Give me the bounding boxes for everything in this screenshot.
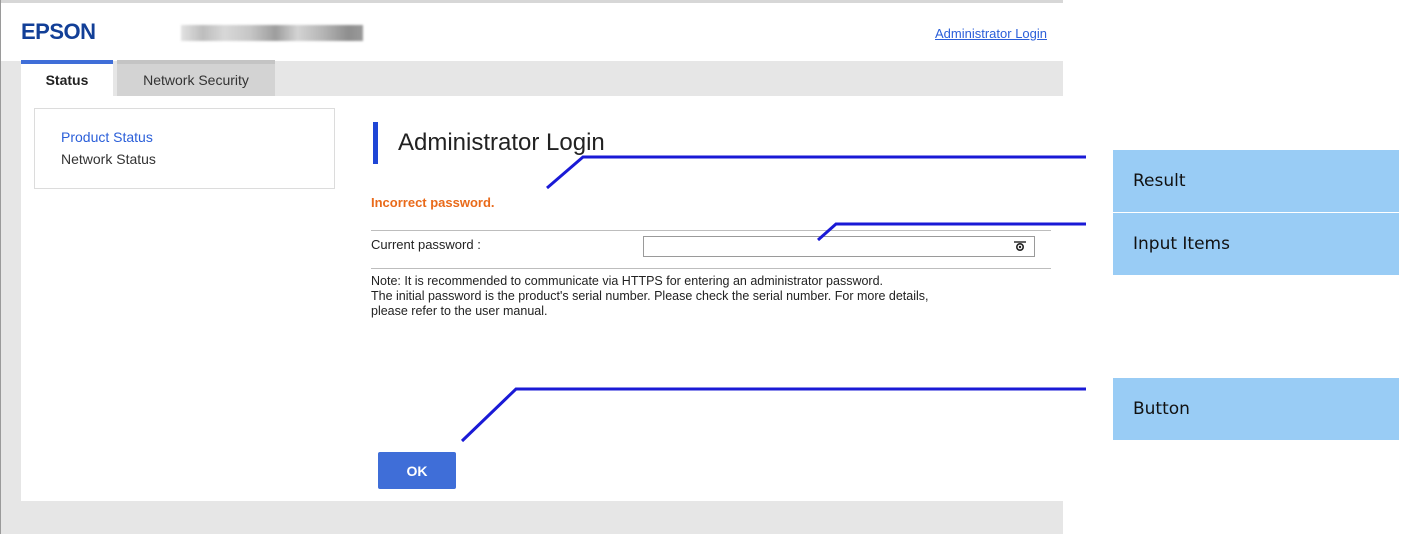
main-content: Product Status Network Status Administra… [21,96,1063,501]
footer-strip [1,501,1063,534]
note-line: The initial password is the product's se… [371,289,929,303]
header: EPSON Administrator Login [1,0,1063,61]
tab-network-security[interactable]: Network Security [117,60,275,96]
divider-bottom [371,268,1051,269]
note-line: Note: It is recommended to communicate v… [371,274,884,288]
heading-accent-bar [373,122,378,164]
callout-result: Result [1113,150,1399,212]
page-title: Administrator Login [398,129,605,156]
sidebar: Product Status Network Status [34,108,335,189]
note-line: please refer to the user manual. [371,304,548,318]
sidebar-item-product-status[interactable]: Product Status [61,126,334,148]
administrator-login-link[interactable]: Administrator Login [935,26,1047,41]
note-text: Note: It is recommended to communicate v… [371,274,1061,319]
current-password-label: Current password : [371,237,481,252]
epson-logo: EPSON [21,19,96,44]
eye-icon[interactable] [1013,240,1027,252]
printer-web-config-screen: EPSON Administrator Login Status Network… [0,0,1063,534]
callout-input-items: Input Items [1113,213,1399,275]
current-password-field[interactable] [643,236,1035,257]
redacted-device-name [181,25,363,41]
divider-top [371,230,1051,231]
ok-button[interactable]: OK [378,452,456,489]
error-message: Incorrect password. [371,195,495,210]
tab-status[interactable]: Status [21,60,113,96]
callout-button: Button [1113,378,1399,440]
sidebar-item-network-status[interactable]: Network Status [61,148,334,170]
